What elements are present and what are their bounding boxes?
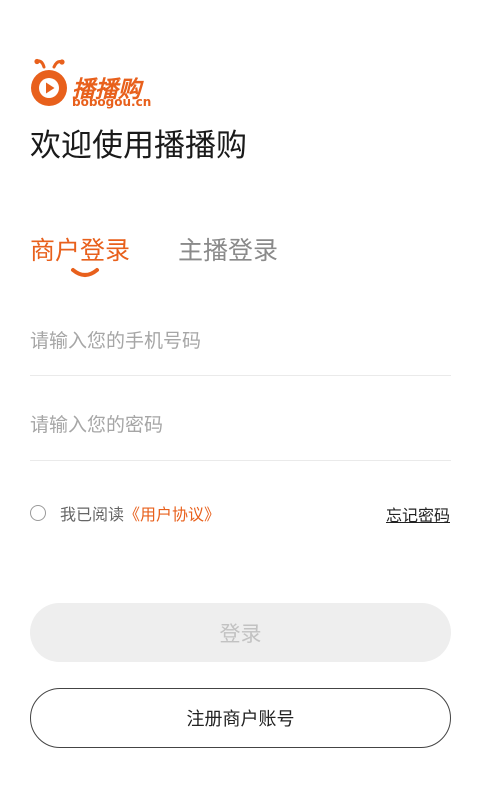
play-bug-logo-icon — [31, 58, 67, 106]
agreement-row: 我已阅读 《用户协议》 — [30, 502, 220, 524]
brand-logo: 播播购 bobogou.cn — [30, 58, 160, 109]
register-merchant-button[interactable]: 注册商户账号 — [30, 688, 451, 748]
forgot-password-link[interactable]: 忘记密码 — [386, 502, 450, 526]
phone-field — [30, 330, 451, 376]
welcome-title: 欢迎使用播播购 — [30, 128, 247, 164]
user-agreement-link[interactable]: 《用户协议》 — [124, 501, 220, 525]
phone-input[interactable] — [30, 330, 451, 352]
password-input[interactable] — [30, 414, 451, 436]
agreement-text: 我已阅读 — [60, 505, 125, 524]
password-field — [30, 414, 451, 461]
smile-underline-icon — [71, 268, 99, 277]
brand-domain: bobogou.cn — [72, 95, 152, 109]
login-button[interactable]: 登录 — [30, 603, 451, 662]
tab-anchor-login[interactable]: 主播登录 — [178, 231, 278, 267]
radio-unchecked-icon[interactable] — [30, 505, 46, 521]
tab-merchant-login[interactable]: 商户登录 — [30, 231, 130, 267]
